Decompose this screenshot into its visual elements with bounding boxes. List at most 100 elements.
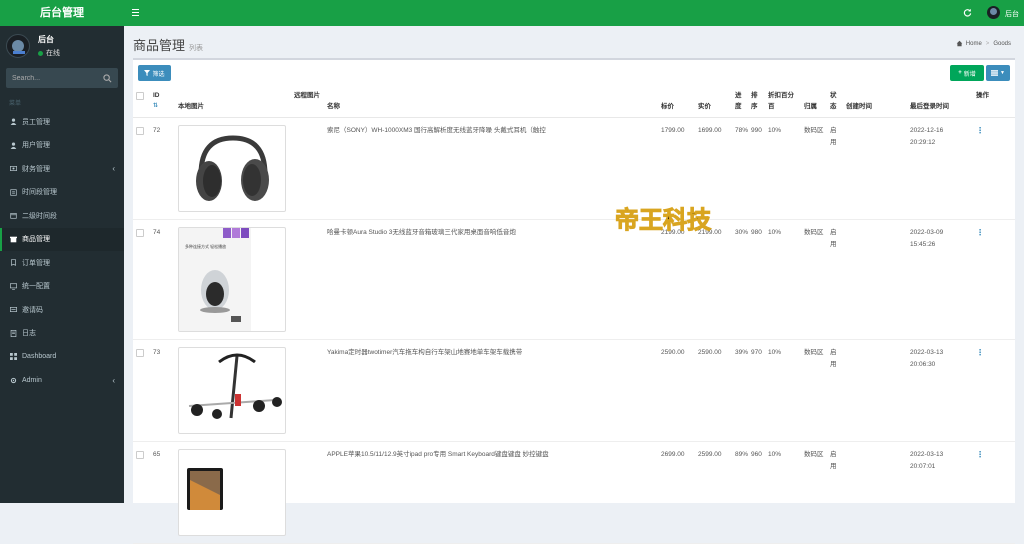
cell-checkbox — [133, 219, 150, 340]
columns-button[interactable]: ▼ — [986, 65, 1010, 81]
table-body: 72 索尼（SONY）WH-1000XM3 国行高解析度无线蓝牙降噪 头戴式耳机（… — [133, 117, 1015, 544]
log-icon — [9, 329, 17, 337]
th-action: 操作 — [973, 87, 1015, 118]
sidebar-item-3[interactable]: 财务管理 ‹ — [0, 157, 124, 181]
cell-last-login: 2022-03-13 20:06:30 — [907, 339, 973, 442]
last-login-date: 2022-03-13 — [910, 348, 944, 356]
topbar: 后台 — [124, 0, 1024, 26]
more-actions-icon[interactable]: ⋮ — [976, 228, 984, 237]
plus-icon: + — [958, 70, 962, 76]
sort-icon[interactable]: ⇅ — [153, 101, 172, 112]
cell-action: ⋮ — [973, 219, 1015, 340]
product-image[interactable] — [178, 346, 286, 434]
sidebar-item-11[interactable]: Dashboard — [0, 345, 124, 369]
product-image[interactable] — [178, 448, 286, 536]
cell-local-image: 多种连接方式 轻松播放 — [175, 219, 291, 340]
user-icon — [9, 118, 17, 126]
th-id[interactable]: ID ⇅ — [150, 87, 175, 118]
cell-sort: 970 — [748, 339, 765, 442]
cell-progress: 39% — [732, 339, 748, 442]
brand-logo[interactable]: 后台管理 — [0, 0, 124, 26]
cell-local-image — [175, 441, 291, 544]
cell-checkbox — [133, 441, 150, 544]
cell-id: 72 — [150, 117, 175, 220]
sidebar-item-6[interactable]: 商品管理 — [0, 227, 124, 251]
cell-category: 数码区 — [801, 219, 827, 340]
cell-checkbox — [133, 117, 150, 220]
product-image[interactable] — [178, 124, 286, 212]
row-checkbox[interactable] — [136, 348, 144, 357]
th-local-image: 本地图片 — [175, 87, 291, 118]
filter-button[interactable]: 筛选 — [138, 65, 171, 81]
list-icon — [9, 188, 17, 196]
sidebar-item-1[interactable]: 员工管理 — [0, 110, 124, 134]
cell-discount: 10% — [765, 219, 801, 340]
more-actions-icon[interactable]: ⋮ — [976, 348, 984, 357]
sidebar-item-label: 日志 — [22, 330, 36, 338]
watermark-text: 帝王科技 — [615, 205, 712, 234]
code-icon — [9, 306, 17, 314]
topbar-user-name[interactable]: 后台 — [1005, 9, 1019, 19]
topbar-avatar[interactable] — [987, 6, 1000, 19]
sidebar: 后台管理 后台 在线 菜单 员工管理用户管理财务管理 ‹ 时间段管理二级时间段商品管… — [0, 0, 124, 503]
cell-sort: 980 — [748, 219, 765, 340]
more-actions-icon[interactable]: ⋮ — [976, 126, 984, 135]
sidebar-item-label: Dashboard — [22, 353, 57, 361]
row-checkbox[interactable] — [136, 450, 144, 459]
cell-created — [843, 219, 907, 340]
menu-toggle-icon[interactable] — [132, 9, 139, 16]
breadcrumb: Home > Goods — [956, 40, 1011, 47]
order-icon — [9, 259, 17, 267]
cell-category: 数码区 — [801, 117, 827, 220]
sidebar-item-label: Admin — [22, 376, 42, 384]
sidebar-item-4[interactable]: 时间段管理 — [0, 181, 124, 205]
sidebar-item-2[interactable]: 用户管理 — [0, 134, 124, 158]
th-price: 实价 — [695, 87, 732, 118]
product-image[interactable]: 多种连接方式 轻松播放 — [178, 226, 286, 332]
chevron-left-icon: ‹ — [112, 375, 115, 385]
cell-last-login: 2022-03-09 15:45:26 — [907, 219, 973, 340]
th-last-login: 最后登录时间 — [907, 87, 973, 118]
cell-local-image — [175, 339, 291, 442]
user-icon — [9, 141, 17, 149]
cell-price: 2199.00 — [695, 219, 732, 340]
th-list-price: 标价 — [658, 87, 695, 118]
row-checkbox[interactable] — [136, 228, 144, 237]
cell-sort: 960 — [748, 441, 765, 544]
cell-last-login: 2022-12-16 20:29:12 — [907, 117, 973, 220]
breadcrumb-current: Goods — [993, 40, 1011, 47]
more-actions-icon[interactable]: ⋮ — [976, 450, 984, 459]
th-remote-image: 远程图片 — [291, 87, 324, 118]
search-icon[interactable] — [103, 73, 112, 83]
page-title: 商品管理 列表 — [133, 35, 203, 54]
cell-action: ⋮ — [973, 339, 1015, 442]
sidebar-item-7[interactable]: 订单管理 — [0, 251, 124, 275]
page-title-text: 商品管理 — [133, 38, 186, 53]
avatar — [6, 34, 30, 58]
cell-progress: 78% — [732, 117, 748, 220]
goods-table: ID ⇅ 本地图片 远程图片 名称 标价 实价 进度 排序 折扣百分百 归属 状态… — [133, 87, 1015, 544]
sidebar-item-9[interactable]: 邀请码 — [0, 298, 124, 322]
new-button[interactable]: + 新增 — [950, 65, 984, 81]
chevron-left-icon: ‹ — [112, 164, 115, 174]
cell-action: ⋮ — [973, 441, 1015, 544]
row-checkbox[interactable] — [136, 126, 144, 135]
new-button-label: 新增 — [963, 71, 976, 78]
sidebar-item-12[interactable]: Admin ‹ — [0, 369, 124, 393]
cell-discount: 10% — [765, 339, 801, 442]
sidebar-item-10[interactable]: 日志 — [0, 322, 124, 346]
refresh-icon[interactable] — [963, 8, 972, 17]
dashboard-icon — [9, 353, 17, 361]
search-input[interactable] — [12, 74, 92, 82]
content-header: 商品管理 列表 Home > Goods — [124, 26, 1024, 58]
sidebar-item-5[interactable]: 二级时间段 — [0, 204, 124, 228]
last-login-date: 2022-03-13 — [910, 450, 944, 458]
sidebar-item-8[interactable]: 统一配置 — [0, 275, 124, 299]
cell-local-image — [175, 117, 291, 220]
th-discount: 折扣百分百 — [765, 87, 801, 118]
breadcrumb-home[interactable]: Home — [966, 41, 982, 47]
select-all-checkbox[interactable] — [136, 92, 144, 100]
last-login-time: 20:07:01 — [910, 462, 936, 470]
goods-table-box: 筛选 + 新增 ▼ ID ⇅ 本地图片 远程图片 名称 标价 实价 进度 排序 折扣… — [133, 58, 1015, 544]
cell-created — [843, 441, 907, 544]
